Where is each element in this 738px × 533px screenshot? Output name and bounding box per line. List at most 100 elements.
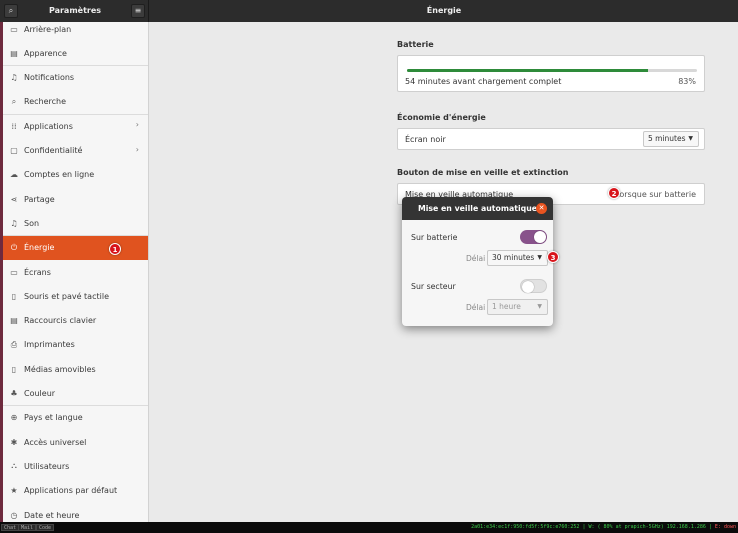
sidebar-item-label: Notifications — [24, 73, 75, 83]
sidebar-item-21[interactable]: ◷ Date et heure — [3, 503, 148, 522]
sidebar-item-6[interactable]: ▢ Confidentialité › — [3, 139, 148, 163]
color-icon: ♣ — [10, 389, 18, 398]
battery-status: 54 minutes avant chargement complet — [405, 77, 562, 86]
auto-suspend-value: Lorsque sur batterie — [615, 190, 696, 199]
ac-delay-dropdown[interactable]: 1 heure ▼ — [487, 299, 548, 315]
menu-button[interactable]: ≡ — [131, 4, 145, 18]
status-tab-code[interactable]: Code — [36, 524, 55, 531]
annotation-marker-2: 2 — [608, 187, 620, 199]
sidebar-item-7[interactable]: ☁ Comptes en ligne — [3, 163, 148, 187]
music-icon: ♫ — [10, 218, 18, 228]
sidebar-item-label: Raccourcis clavier — [24, 316, 97, 326]
network-status-text: 2a01:e34:ec1f:950:fd5f:5f9c:e760:252 | W… — [471, 524, 715, 530]
battery-delay-label: Délai — [466, 254, 486, 263]
power-saving-panel: Écran noir 5 minutes ▼ — [397, 128, 705, 150]
ac-delay-label: Délai — [466, 303, 486, 312]
on-ac-label: Sur secteur — [411, 282, 456, 291]
annotation-marker-3: 3 — [547, 251, 559, 263]
sidebar-item-10[interactable]: ⏻ Énergie — [3, 235, 148, 260]
sidebar-item-1[interactable]: ▭ Arrière-plan — [3, 22, 148, 41]
sidebar-item-5[interactable]: ⁞⁞ Applications › — [3, 114, 148, 138]
sidebar-item-16[interactable]: ♣ Couleur — [3, 382, 148, 406]
sidebar-item-4[interactable]: ⌕ Recherche — [3, 90, 148, 114]
sidebar-item-label: Applications par défaut — [24, 486, 118, 496]
sidebar: ▭ Arrière-plan ▤ Apparence ♫ Notifications ⌕ Re… — [0, 22, 149, 522]
battery-section-title: Batterie — [397, 40, 434, 49]
users-icon: ⛬ — [11, 461, 17, 471]
sidebar-item-9[interactable]: ♫ Son — [3, 211, 148, 235]
usb-icon: ▯ — [11, 364, 17, 374]
mouse-icon: ▯ — [11, 291, 17, 301]
chevron-down-icon: ▼ — [537, 254, 542, 261]
header-bar: ⌕ Paramètres ≡ Énergie — [0, 0, 738, 22]
sidebar-item-label: Son — [24, 218, 40, 228]
power-saving-title: Économie d'énergie — [397, 113, 486, 122]
share-icon: ⋖ — [10, 194, 18, 204]
status-tab-mail[interactable]: Mail — [18, 524, 37, 531]
sidebar-item-12[interactable]: ▯ Souris et pavé tactile — [3, 284, 148, 308]
sidebar-item-label: Confidentialité — [24, 146, 83, 155]
toggle-knob — [534, 231, 546, 243]
header-left: ⌕ Paramètres ≡ — [0, 0, 149, 22]
sidebar-item-label: Partage — [24, 194, 55, 204]
dialog-header: Mise en veille automatique ✕ — [402, 197, 553, 220]
auto-suspend-dialog: Mise en veille automatique ✕ Sur batteri… — [402, 197, 553, 326]
sidebar-item-label: Accès universel — [24, 437, 87, 447]
on-battery-toggle[interactable] — [520, 230, 547, 244]
sidebar-item-label: Comptes en ligne — [24, 170, 95, 180]
sidebar-item-label: Date et heure — [24, 510, 80, 520]
on-battery-label: Sur batterie — [411, 233, 458, 242]
sidebar-item-label: Écrans — [24, 267, 51, 277]
star-icon: ★ — [10, 486, 18, 496]
chevron-right-icon: › — [135, 120, 139, 130]
battery-delay-dropdown[interactable]: 30 minutes ▼ — [487, 250, 548, 266]
network-status: 2a01:e34:ec1f:950:fd5f:5f9c:e760:252 | W… — [471, 522, 736, 533]
sidebar-item-label: Souris et pavé tactile — [24, 291, 109, 301]
display-icon: ▭ — [10, 24, 18, 34]
sidebar-item-20[interactable]: ★ Applications par défaut — [3, 479, 148, 503]
sidebar-item-label: Médias amovibles — [24, 364, 96, 374]
battery-level-fill — [407, 69, 648, 72]
bell-icon: ♫ — [10, 73, 18, 83]
search-icon: ⌕ — [11, 96, 17, 106]
sidebar-item-15[interactable]: ▯ Médias amovibles — [3, 357, 148, 381]
on-ac-toggle[interactable] — [520, 279, 547, 293]
printer-icon: ⎙ — [10, 339, 18, 349]
sidebar-item-2[interactable]: ▤ Apparence — [3, 41, 148, 65]
suspend-button-title: Bouton de mise en veille et extinction — [397, 168, 569, 177]
chevron-right-icon: › — [135, 144, 139, 154]
close-icon: ✕ — [538, 204, 545, 212]
sidebar-item-8[interactable]: ⋖ Partage — [3, 187, 148, 211]
power-icon: ⏻ — [10, 242, 18, 252]
sidebar-item-14[interactable]: ⎙ Imprimantes — [3, 333, 148, 357]
sidebar-item-label: Imprimantes — [24, 340, 75, 350]
accessibility-icon: ✱ — [10, 437, 18, 447]
blank-screen-value: 5 minutes — [648, 134, 686, 143]
sidebar-item-label: Apparence — [24, 48, 67, 58]
search-button[interactable]: ⌕ — [4, 4, 18, 18]
sidebar-item-11[interactable]: ▭ Écrans — [3, 260, 148, 284]
status-tab-chat[interactable]: Chat — [1, 524, 20, 531]
sidebar-item-18[interactable]: ✱ Accès universel — [3, 430, 148, 454]
sidebar-item-label: Arrière-plan — [24, 24, 72, 34]
sidebar-item-17[interactable]: ⊕ Pays et langue — [3, 406, 148, 430]
system-status-bar: Chat Mail Code 2a01:e34:ec1f:950:fd5f:5f… — [0, 522, 738, 533]
chevron-down-icon: ▼ — [537, 303, 542, 310]
battery-panel: 54 minutes avant chargement complet 83% — [397, 55, 705, 92]
blank-screen-dropdown[interactable]: 5 minutes ▼ — [643, 131, 699, 147]
sidebar-item-label: Recherche — [24, 97, 67, 107]
toggle-knob — [522, 281, 534, 293]
sidebar-item-label: Utilisateurs — [24, 461, 70, 471]
grid-icon: ⁞⁞ — [11, 121, 17, 131]
ac-delay-value: 1 heure — [492, 302, 521, 311]
cloud-icon: ☁ — [10, 170, 18, 180]
sidebar-item-3[interactable]: ♫ Notifications — [3, 66, 148, 90]
annotation-marker-1: 1 — [109, 243, 121, 255]
appearance-icon: ▤ — [10, 48, 18, 58]
close-button[interactable]: ✕ — [536, 203, 547, 214]
sidebar-item-13[interactable]: ▤ Raccourcis clavier — [3, 309, 148, 333]
search-icon: ⌕ — [8, 6, 14, 15]
ethernet-status: E: down — [714, 524, 736, 530]
sidebar-item-19[interactable]: ⛬ Utilisateurs — [3, 454, 148, 478]
hamburger-icon: ≡ — [134, 6, 142, 15]
